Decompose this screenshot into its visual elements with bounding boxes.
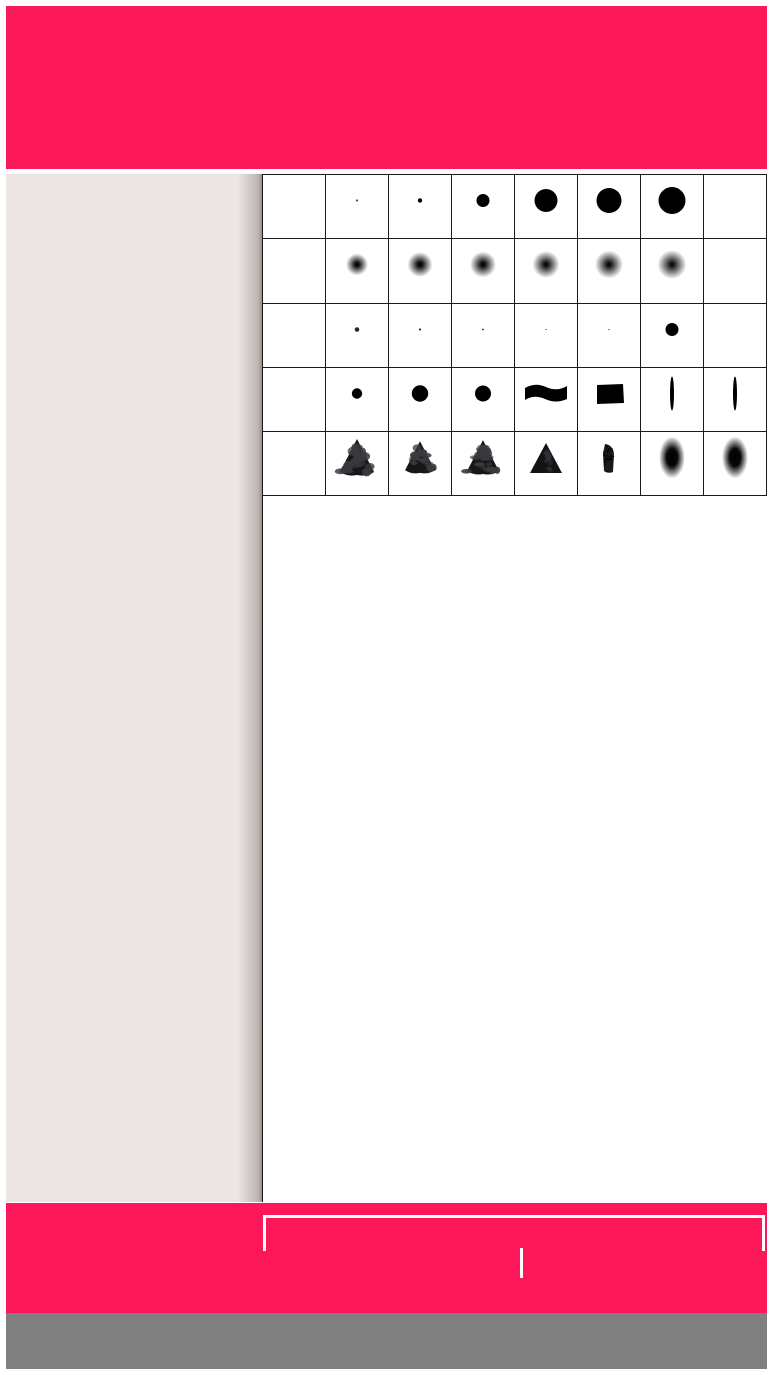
- brush-thumbnail: [704, 304, 766, 355]
- sidebar-edge-shadow: [238, 174, 262, 1202]
- brush-swatch-cell[interactable]: [641, 239, 704, 304]
- brush-thumbnail: [452, 368, 514, 419]
- brush-swatch-cell[interactable]: [452, 432, 515, 497]
- brush-row: [263, 239, 767, 304]
- brush-swatch-cell[interactable]: [704, 432, 767, 497]
- brush-thumbnail: [326, 368, 388, 419]
- brush-swatch-cell[interactable]: [641, 367, 704, 432]
- brush-swatch-cell[interactable]: [389, 367, 452, 432]
- brush-swatch-cell[interactable]: [452, 239, 515, 304]
- brush-thumbnail: [452, 304, 514, 355]
- set-number-cell[interactable]: [263, 239, 326, 304]
- brush-set-preview-sheet: [0, 0, 773, 1375]
- footer-bar: [6, 1313, 767, 1369]
- brush-thumbnail: [578, 432, 640, 483]
- brush-thumbnail: [326, 239, 388, 290]
- brush-swatch-cell[interactable]: [704, 367, 767, 432]
- footer-sep-1: [367, 1332, 387, 1350]
- brush-thumbnail: [641, 239, 703, 290]
- brush-thumbnail: [389, 304, 451, 355]
- footer-sep-2: [387, 1332, 407, 1350]
- brush-row: [263, 303, 767, 368]
- brush-swatch-cell[interactable]: [326, 303, 389, 368]
- brush-thumbnail: [326, 432, 388, 483]
- brush-swatch-cell[interactable]: [515, 175, 578, 240]
- brush-swatch-cell[interactable]: [389, 303, 452, 368]
- bracket-top-bar: [263, 1215, 765, 1218]
- resize-callout: [6, 1203, 767, 1313]
- brush-swatch-cell[interactable]: [578, 367, 641, 432]
- brush-thumbnail: [515, 432, 577, 483]
- brush-swatch-cell[interactable]: [641, 432, 704, 497]
- brush-swatch-cell[interactable]: [389, 239, 452, 304]
- brush-swatch-cell[interactable]: [641, 303, 704, 368]
- brush-thumbnail: [641, 175, 703, 226]
- brush-row: [263, 367, 767, 432]
- brush-thumbnail: [452, 175, 514, 226]
- set-label-sidebar: [6, 174, 262, 1202]
- brush-thumbnail: [389, 175, 451, 226]
- brush-swatch-cell[interactable]: [704, 303, 767, 368]
- brush-row: [263, 175, 767, 240]
- bracket-left-tick: [263, 1215, 266, 1251]
- brush-swatch-cell[interactable]: [389, 175, 452, 240]
- brush-swatch-cell[interactable]: [452, 175, 515, 240]
- brush-swatch-cell[interactable]: [578, 432, 641, 497]
- brush-preview-grid: [262, 174, 767, 1202]
- set-number-cell[interactable]: [263, 303, 326, 368]
- brush-thumbnail: [578, 175, 640, 226]
- brush-thumbnail: [578, 239, 640, 290]
- brush-thumbnail: [389, 368, 451, 419]
- set-number-cell[interactable]: [263, 175, 326, 240]
- brush-swatch-cell[interactable]: [704, 239, 767, 304]
- brush-swatch-cell[interactable]: [578, 303, 641, 368]
- brush-thumbnail: [641, 432, 703, 483]
- brush-thumbnail: [704, 368, 766, 419]
- set-number-cell[interactable]: [263, 367, 326, 432]
- brush-thumbnail: [578, 304, 640, 355]
- footer-text: [367, 1332, 407, 1351]
- brush-thumbnail: [641, 368, 703, 419]
- brush-swatch-cell[interactable]: [515, 432, 578, 497]
- brush-swatch-cell[interactable]: [452, 303, 515, 368]
- brush-swatch-cell[interactable]: [515, 367, 578, 432]
- brush-thumbnail: [515, 175, 577, 226]
- brush-swatch-cell[interactable]: [515, 239, 578, 304]
- brush-swatch-cell[interactable]: [704, 175, 767, 240]
- brush-thumbnail: [704, 239, 766, 290]
- bracket-right-tick: [762, 1215, 765, 1251]
- brush-swatch-cell[interactable]: [515, 303, 578, 368]
- brush-swatch-cell[interactable]: [326, 432, 389, 497]
- header-banner: [6, 6, 767, 169]
- brush-swatch-cell[interactable]: [578, 239, 641, 304]
- brush-thumbnail: [704, 175, 766, 226]
- body-area: [6, 174, 767, 1202]
- brush-thumbnail: [452, 239, 514, 290]
- brush-swatch-cell[interactable]: [389, 432, 452, 497]
- brush-thumbnail: [704, 432, 766, 483]
- brush-thumbnail: [578, 368, 640, 419]
- brush-thumbnail: [515, 368, 577, 419]
- brush-swatch-cell[interactable]: [452, 367, 515, 432]
- bracket-center-stem: [520, 1248, 523, 1278]
- brush-thumbnail: [389, 239, 451, 290]
- brush-swatch-cell[interactable]: [326, 367, 389, 432]
- brush-thumbnail: [389, 432, 451, 483]
- brush-swatch-cell[interactable]: [326, 239, 389, 304]
- brush-thumbnail: [515, 239, 577, 290]
- brush-thumbnail: [641, 304, 703, 355]
- brush-thumbnail: [515, 304, 577, 355]
- brush-swatch-cell[interactable]: [641, 175, 704, 240]
- brush-swatch-cell[interactable]: [326, 175, 389, 240]
- brush-swatch-cell[interactable]: [578, 175, 641, 240]
- set-number-cell[interactable]: [263, 432, 326, 497]
- brush-row: [263, 432, 767, 497]
- brush-thumbnail: [326, 304, 388, 355]
- brush-thumbnail: [326, 175, 388, 226]
- brush-thumbnail: [452, 432, 514, 483]
